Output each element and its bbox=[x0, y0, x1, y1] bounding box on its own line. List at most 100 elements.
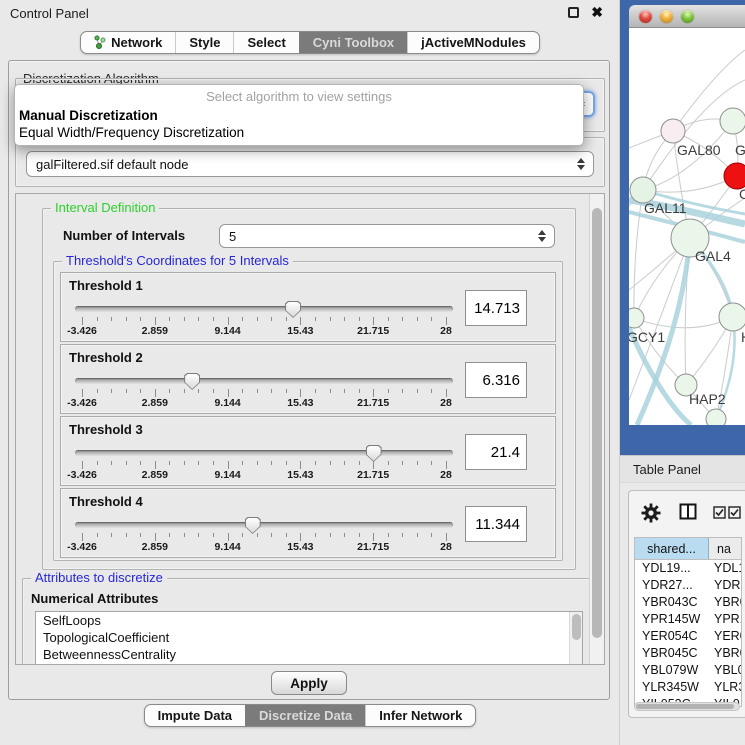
network-node[interactable] bbox=[706, 409, 726, 425]
tick-mark bbox=[213, 533, 214, 537]
settings-vertical-scrollbar[interactable] bbox=[589, 194, 604, 664]
threshold-slider[interactable]: -3.4262.8599.14415.4321.71528 bbox=[75, 303, 453, 333]
column-header-name[interactable]: na bbox=[709, 538, 741, 559]
minimize-traffic-light-icon[interactable] bbox=[660, 10, 673, 23]
table-data-combobox[interactable]: galFiltered.sif default node bbox=[26, 151, 594, 177]
split-columns-icon[interactable] bbox=[679, 503, 697, 521]
zoom-traffic-light-icon[interactable] bbox=[681, 10, 694, 23]
algorithm-placeholder-option[interactable]: Select algorithm to view settings bbox=[15, 87, 583, 107]
numerical-attributes-list[interactable]: SelfLoopsTopologicalCoefficientBetweenne… bbox=[35, 611, 583, 665]
bottom-tab-impute-data[interactable]: Impute Data bbox=[145, 705, 245, 726]
network-node-h[interactable] bbox=[719, 303, 745, 331]
slider-track[interactable] bbox=[75, 450, 453, 456]
slider-ticks bbox=[82, 317, 446, 325]
close-traffic-light-icon[interactable] bbox=[639, 10, 652, 23]
tick-mark bbox=[228, 461, 229, 469]
threshold-value-field[interactable] bbox=[465, 434, 527, 470]
threshold-value-field[interactable] bbox=[465, 290, 527, 326]
tick-mark bbox=[184, 533, 185, 537]
tick-label: 28 bbox=[440, 397, 452, 409]
settings-scroll-pane: Interval Definition Number of Intervals … bbox=[15, 193, 605, 665]
cyni-toolbox-panel: Discretization Algorithm Table Data galF… bbox=[8, 60, 610, 700]
tick-mark bbox=[82, 317, 83, 325]
control-panel-titlebar: Control Panel ✖ bbox=[0, 0, 619, 26]
threshold-slider[interactable]: -3.4262.8599.14415.4321.71528 bbox=[75, 447, 453, 477]
table-row[interactable]: YBR043CYBR0 bbox=[635, 594, 741, 611]
slider-thumb[interactable] bbox=[285, 301, 301, 318]
bottom-tab-label: Discretize Data bbox=[259, 708, 352, 723]
slider-track[interactable] bbox=[75, 378, 453, 384]
attribute-item-betweennesscentrality[interactable]: BetweennessCentrality bbox=[36, 646, 582, 663]
tab-select[interactable]: Select bbox=[233, 32, 298, 53]
network-node-gcy1[interactable] bbox=[629, 308, 644, 328]
table-row[interactable]: YDR27...YDR2 bbox=[635, 577, 741, 594]
tab-cyni-toolbox[interactable]: Cyni Toolbox bbox=[299, 32, 407, 53]
algorithm-option-manual-discretization[interactable]: Manual Discretization bbox=[15, 107, 583, 124]
tick-mark bbox=[271, 389, 272, 393]
tab-style[interactable]: Style bbox=[175, 32, 233, 53]
float-window-icon[interactable] bbox=[568, 7, 579, 18]
tick-mark bbox=[271, 461, 272, 465]
column-header-shared-name[interactable]: shared... bbox=[635, 538, 709, 559]
table-row[interactable]: YDL19...YDL1 bbox=[635, 560, 741, 577]
tick-mark bbox=[140, 533, 141, 537]
slider-thumb[interactable] bbox=[366, 445, 382, 462]
tick-mark bbox=[257, 389, 258, 393]
threshold-value-field[interactable] bbox=[465, 362, 527, 398]
table-horizontal-scrollbar[interactable] bbox=[634, 702, 740, 711]
network-window-titlebar[interactable] bbox=[629, 5, 745, 28]
apply-button[interactable]: Apply bbox=[271, 671, 347, 695]
checked-box-icon[interactable] bbox=[713, 506, 726, 519]
table-row[interactable]: YLR345WYLR3 bbox=[635, 679, 741, 696]
tick-label: 2.859 bbox=[142, 397, 168, 409]
threshold-slider[interactable]: -3.4262.8599.14415.4321.71528 bbox=[75, 519, 453, 549]
tick-label: 9.144 bbox=[214, 541, 240, 553]
tick-mark bbox=[111, 461, 112, 465]
cell-name: YLR3 bbox=[709, 679, 741, 696]
panel-title: Control Panel bbox=[0, 6, 89, 21]
tick-label: 15.43 bbox=[287, 541, 313, 553]
network-canvas[interactable]: GAL80GACGAL11GAL4GCY1HHAP2 bbox=[629, 28, 745, 425]
attributes-scrollbar[interactable] bbox=[569, 612, 582, 665]
threshold-label: Threshold 2 bbox=[69, 350, 143, 365]
slider-ticks bbox=[82, 389, 446, 397]
table-row[interactable]: YPR145WYPR1 bbox=[635, 611, 741, 628]
network-node-ga[interactable] bbox=[720, 108, 745, 134]
tick-mark bbox=[344, 533, 345, 537]
threshold-value-field[interactable] bbox=[465, 506, 527, 542]
algorithm-option-equal-width-frequency-discretization[interactable]: Equal Width/Frequency Discretization bbox=[15, 124, 583, 141]
tick-mark bbox=[126, 317, 127, 321]
tick-mark bbox=[402, 533, 403, 537]
attribute-item-topologicalcoefficient[interactable]: TopologicalCoefficient bbox=[36, 629, 582, 646]
settings-gear-icon[interactable] bbox=[641, 503, 661, 523]
tick-label: -3.426 bbox=[67, 397, 97, 409]
table-row[interactable]: YBL079WYBL0 bbox=[635, 662, 741, 679]
network-node-label: H bbox=[741, 329, 745, 345]
tab-network[interactable]: Network bbox=[81, 32, 175, 53]
tick-label: 21.715 bbox=[357, 541, 389, 553]
bottom-tab-discretize-data[interactable]: Discretize Data bbox=[245, 705, 365, 726]
checked-box-icon[interactable] bbox=[728, 506, 741, 519]
tick-mark bbox=[169, 389, 170, 393]
close-icon[interactable]: ✖ bbox=[591, 4, 603, 21]
network-node-gal80[interactable] bbox=[661, 119, 685, 143]
bottom-tab-label: Impute Data bbox=[158, 708, 232, 723]
network-node-label: GAL11 bbox=[644, 200, 687, 216]
table-row[interactable]: YER054CYER0 bbox=[635, 628, 741, 645]
slider-track[interactable] bbox=[75, 306, 453, 312]
tab-jactivemnodules[interactable]: jActiveMNodules bbox=[407, 32, 539, 53]
tick-mark bbox=[286, 389, 287, 393]
number-of-intervals-combobox[interactable]: 5 bbox=[219, 224, 555, 248]
bottom-tab-infer-network[interactable]: Infer Network bbox=[365, 705, 475, 726]
slider-track[interactable] bbox=[75, 522, 453, 528]
table-row[interactable]: YBR045CYBR0 bbox=[635, 645, 741, 662]
network-view-window: GAL80GACGAL11GAL4GCY1HHAP2 bbox=[629, 5, 745, 425]
slider-thumb[interactable] bbox=[184, 373, 200, 390]
slider-thumb[interactable] bbox=[245, 517, 261, 534]
attribute-item-selfloops[interactable]: SelfLoops bbox=[36, 612, 582, 629]
tick-label: 28 bbox=[440, 541, 452, 553]
cell-shared-name: YLR345W bbox=[635, 679, 709, 696]
threshold-slider[interactable]: -3.4262.8599.14415.4321.71528 bbox=[75, 375, 453, 405]
tick-mark bbox=[257, 317, 258, 321]
interval-definition-group: Interval Definition Number of Intervals … bbox=[42, 208, 576, 570]
